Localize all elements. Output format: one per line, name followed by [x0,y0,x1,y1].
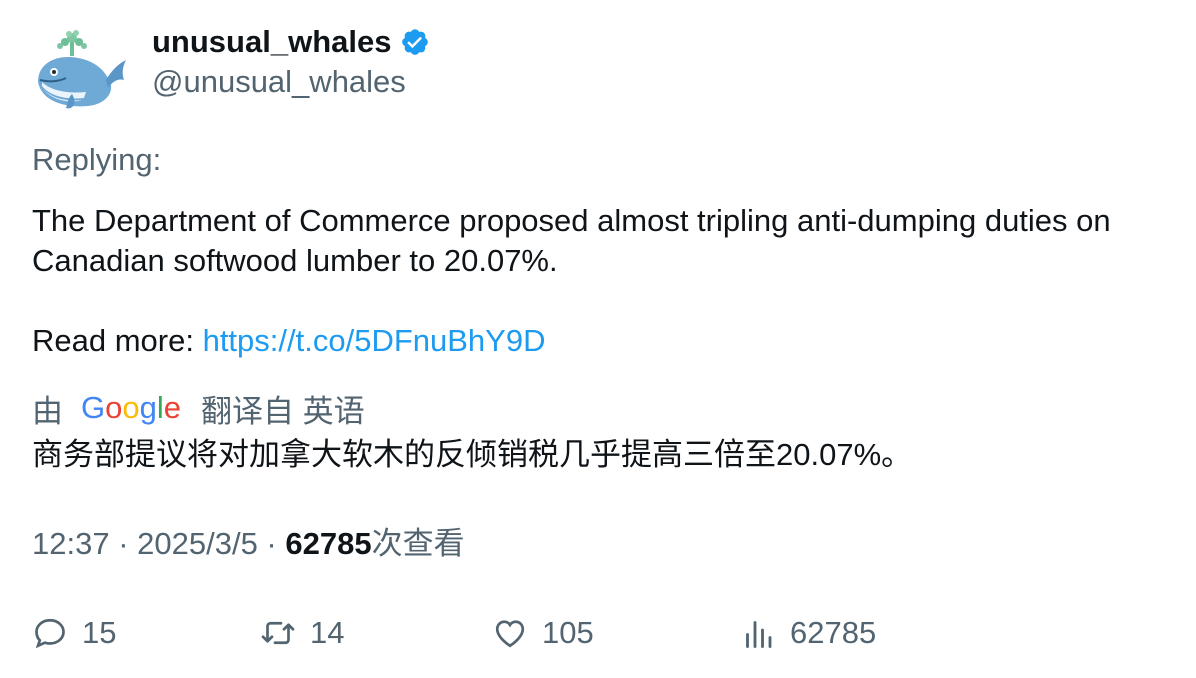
retweet-icon [261,621,295,645]
translation-attribution: 由 Google 翻译自 英语 [32,387,365,429]
tweet-meta: 12:37 · 2025/3/5 · 62785次查看 [32,524,465,564]
translation-suffix: 翻译自 英语 [201,393,365,429]
views-count: 62785 [285,526,372,561]
tweet-link[interactable]: https://t.co/5DFnuBhY9D [203,323,546,358]
action-bar: 15 14 105 62785 [32,611,1132,655]
like-count: 105 [542,615,594,650]
views-button[interactable]: 62785 [740,611,876,655]
reply-icon [35,618,65,649]
google-logo: Google [81,390,182,425]
meta-separator: · [257,526,286,561]
tweet-read-more: Read more: https://t.co/5DFnuBhY9D [32,321,1172,361]
meta-separator: · [109,526,138,561]
author-handle[interactable]: @unusual_whales [152,62,406,102]
author-display-name[interactable]: unusual_whales [152,22,391,62]
views-label: 次查看 [371,526,465,561]
translation-prefix: 由 [32,393,63,429]
heart-icon [495,620,525,648]
read-more-label: Read more: [32,323,203,358]
reply-count: 15 [82,615,117,650]
retweet-button[interactable]: 14 [260,611,344,655]
tweet-date[interactable]: 2025/3/5 [137,526,258,561]
tweet-time[interactable]: 12:37 [32,526,110,561]
tweet-body: The Department of Commerce proposed almo… [32,203,1111,278]
reply-button[interactable]: 15 [32,611,116,655]
retweet-count: 14 [310,615,345,650]
avatar[interactable] [32,24,128,114]
author-name-row[interactable]: unusual_whales [152,22,430,62]
views-action-count: 62785 [790,615,877,650]
translated-text: 商务部提议将对加拿大软木的反倾销税几乎提高三倍至20.07%。 [32,437,913,472]
tweet-text: The Department of Commerce proposed almo… [32,201,1172,361]
analytics-icon [746,621,772,648]
whale-icon [38,30,126,109]
verified-badge-icon [400,27,430,57]
replying-label: Replying: [32,142,162,177]
like-button[interactable]: 105 [492,611,594,655]
